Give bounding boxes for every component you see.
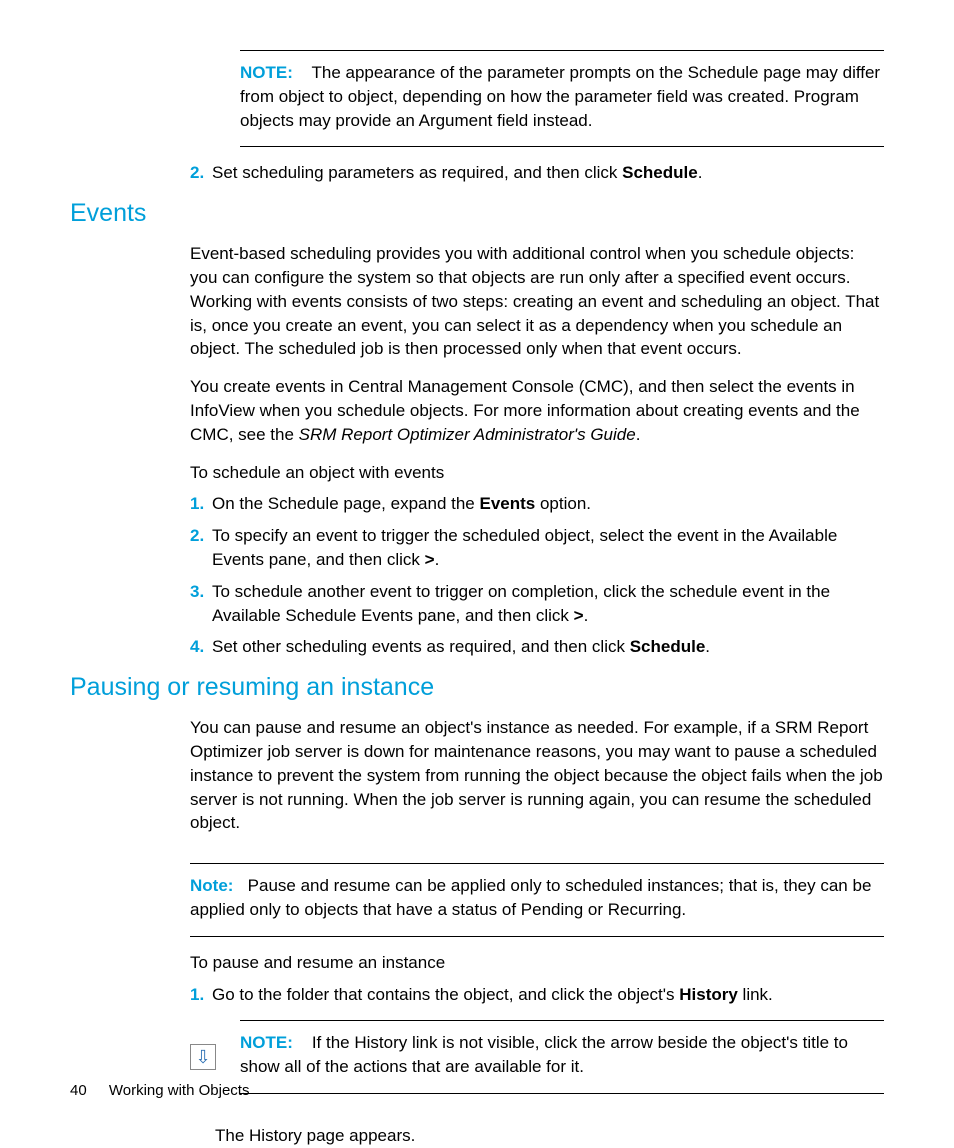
note-label: NOTE:: [240, 1033, 293, 1052]
heading-pausing: Pausing or resuming an instance: [70, 673, 884, 702]
note-label: NOTE:: [240, 63, 293, 82]
pausing-intro: To pause and resume an instance: [190, 951, 884, 975]
pausing-step-1: 1. Go to the folder that contains the ob…: [190, 983, 884, 1007]
pausing-note-2: NOTE: If the History link is not visible…: [240, 1031, 884, 1079]
step-number: 2.: [190, 524, 212, 548]
note-text: Pause and resume can be applied only to …: [190, 876, 871, 919]
pausing-note: Note: Pause and resume can be applied on…: [190, 874, 884, 922]
note-with-icon-row: ⇩ NOTE: If the History link is not visib…: [190, 1020, 884, 1110]
events-para-1: Event-based scheduling provides you with…: [190, 242, 884, 361]
step-item-2: 2. Set scheduling parameters as required…: [190, 161, 884, 185]
step-number: 1.: [190, 492, 212, 516]
footer-title: Working with Objects: [109, 1082, 250, 1099]
arrow-down-icon: ⇩: [190, 1044, 216, 1070]
note-rule-top: [240, 50, 884, 51]
step-number: 4.: [190, 635, 212, 659]
page-footer: 40 Working with Objects: [70, 1082, 249, 1099]
note-block-1: NOTE: The appearance of the parameter pr…: [240, 61, 884, 132]
events-steps: 1. On the Schedule page, expand the Even…: [190, 492, 884, 659]
note-rule-top-2: [190, 863, 884, 864]
events-para-2: You create events in Central Management …: [190, 375, 884, 446]
note-rule-bottom-3: [240, 1093, 884, 1094]
heading-events: Events: [70, 199, 884, 228]
step-number: 1.: [190, 983, 212, 1007]
note-rule-top-3: [240, 1020, 884, 1021]
note-label: Note:: [190, 876, 233, 895]
events-step-1: 1. On the Schedule page, expand the Even…: [190, 492, 884, 516]
note-text: If the History link is not visible, clic…: [240, 1033, 848, 1076]
step-list-top: 2. Set scheduling parameters as required…: [190, 161, 884, 185]
pausing-steps: 1. Go to the folder that contains the ob…: [190, 983, 884, 1007]
step-number: 3.: [190, 580, 212, 604]
page-number: 40: [70, 1082, 87, 1099]
pausing-para-1: You can pause and resume an object's ins…: [190, 716, 884, 835]
step-text: To specify an event to trigger the sched…: [212, 524, 884, 572]
step-number: 2.: [190, 161, 212, 185]
step-text: Set other scheduling events as required,…: [212, 635, 884, 659]
pausing-result: The History page appears.: [215, 1124, 884, 1148]
step-text: Go to the folder that contains the objec…: [212, 983, 884, 1007]
events-intro: To schedule an object with events: [190, 461, 884, 485]
step-text: On the Schedule page, expand the Events …: [212, 492, 884, 516]
step-text: To schedule another event to trigger on …: [212, 580, 884, 628]
step-text: Set scheduling parameters as required, a…: [212, 161, 884, 185]
note-text: The appearance of the parameter prompts …: [240, 63, 880, 130]
document-page: NOTE: The appearance of the parameter pr…: [0, 0, 954, 1145]
page-content: NOTE: The appearance of the parameter pr…: [70, 50, 884, 1148]
events-step-3: 3. To schedule another event to trigger …: [190, 580, 884, 628]
events-step-4: 4. Set other scheduling events as requir…: [190, 635, 884, 659]
events-step-2: 2. To specify an event to trigger the sc…: [190, 524, 884, 572]
